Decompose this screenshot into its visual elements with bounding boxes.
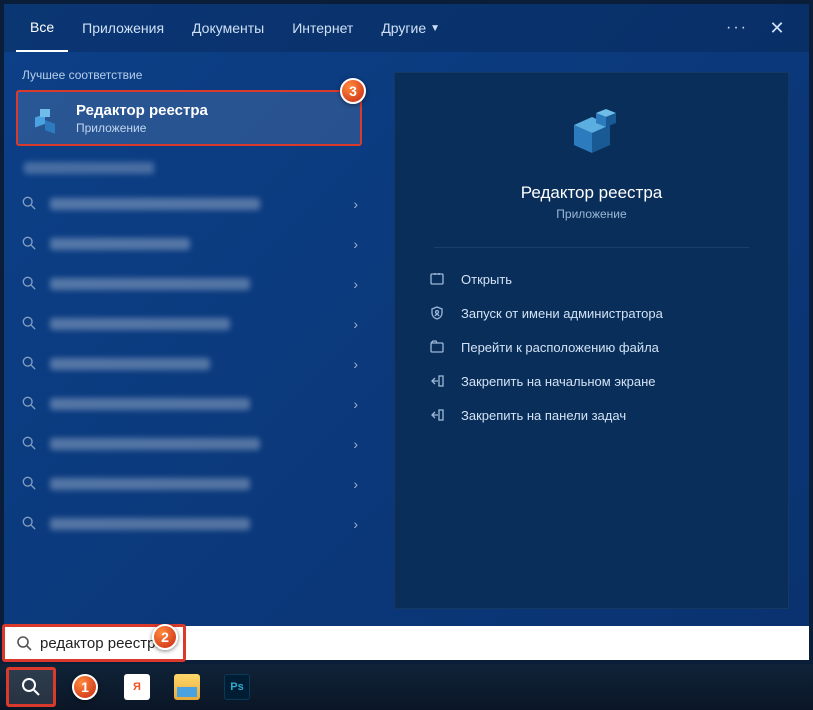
blurred-result[interactable]: ›	[22, 184, 364, 224]
close-button[interactable]: ✕	[757, 4, 797, 52]
search-icon	[22, 276, 38, 292]
search-icon	[22, 196, 38, 212]
yandex-icon: Я	[124, 674, 150, 700]
search-input-bar[interactable]	[4, 626, 809, 660]
annotation-3: 3	[340, 78, 366, 104]
chevron-right-icon: ›	[353, 276, 358, 292]
best-match-item[interactable]: Редактор реестра Приложение 3	[16, 90, 362, 146]
preview-subtitle: Приложение	[556, 207, 626, 221]
blurred-result[interactable]: ›	[22, 424, 364, 464]
search-icon	[22, 236, 38, 252]
action-label: Закрепить на панели задач	[461, 408, 626, 423]
chevron-down-icon: ▼	[430, 23, 440, 34]
tab-apps[interactable]: Приложения	[68, 4, 178, 52]
search-tabs: Все Приложения Документы Интернет Другие…	[4, 4, 809, 52]
web-results-blurred: › › › › › › › ›	[4, 150, 374, 629]
divider	[434, 247, 748, 248]
search-icon	[22, 436, 38, 452]
blurred-result[interactable]: ›	[22, 384, 364, 424]
action-label: Запуск от имени администратора	[461, 306, 663, 321]
search-icon	[22, 476, 38, 492]
section-best-match: Лучшее соответствие	[4, 62, 374, 90]
photoshop-icon: Ps	[224, 674, 250, 700]
regedit-icon	[30, 100, 66, 136]
search-icon	[22, 316, 38, 332]
chevron-right-icon: ›	[353, 316, 358, 332]
search-icon	[22, 356, 38, 372]
action-label: Перейти к расположению файла	[461, 340, 659, 355]
best-match-type: Приложение	[76, 121, 208, 135]
regedit-large-icon	[560, 103, 624, 167]
action-open[interactable]: Открыть	[419, 262, 764, 296]
preview-pane: Редактор реестра Приложение Открыть Запус…	[374, 52, 809, 629]
blurred-result[interactable]: ›	[22, 504, 364, 544]
tab-all[interactable]: Все	[16, 4, 68, 52]
action-location[interactable]: Перейти к расположению файла	[419, 330, 764, 364]
search-icon	[22, 516, 38, 532]
blurred-result[interactable]: ›	[22, 464, 364, 504]
preview-title: Редактор реестра	[521, 183, 662, 203]
blurred-result[interactable]: ›	[22, 264, 364, 304]
action-label: Закрепить на начальном экране	[461, 374, 656, 389]
more-options-button[interactable]: ···	[717, 4, 757, 52]
preview-actions: Открыть Запуск от имени администратора Пер…	[395, 262, 788, 432]
blurred-result[interactable]: ›	[22, 344, 364, 384]
action-label: Открыть	[461, 272, 512, 287]
best-match-name: Редактор реестра	[76, 102, 208, 119]
tab-documents[interactable]: Документы	[178, 4, 278, 52]
chevron-right-icon: ›	[353, 436, 358, 452]
action-pin-task[interactable]: Закрепить на панели задач	[419, 398, 764, 432]
blurred-result[interactable]: ›	[22, 224, 364, 264]
taskbar-explorer[interactable]	[162, 667, 212, 707]
annotation-1: 1	[72, 674, 98, 700]
search-icon	[22, 396, 38, 412]
admin-icon	[427, 305, 447, 321]
pin-task-icon	[427, 407, 447, 423]
results-list: Лучшее соответствие Редактор реестра При…	[4, 52, 374, 629]
pin-start-icon	[427, 373, 447, 389]
taskbar-search-button[interactable]	[6, 667, 56, 707]
explorer-icon	[174, 674, 200, 700]
chevron-right-icon: ›	[353, 476, 358, 492]
taskbar: 1 Я Ps	[0, 664, 813, 710]
tab-more-label: Другие	[381, 20, 426, 36]
tab-internet[interactable]: Интернет	[278, 4, 367, 52]
taskbar-yandex[interactable]: Я	[112, 667, 162, 707]
action-pin-start[interactable]: Закрепить на начальном экране	[419, 364, 764, 398]
chevron-right-icon: ›	[353, 356, 358, 372]
open-icon	[427, 271, 447, 287]
taskbar-photoshop[interactable]: Ps	[212, 667, 262, 707]
action-admin[interactable]: Запуск от имени администратора	[419, 296, 764, 330]
location-icon	[427, 339, 447, 355]
annotation-2: 2	[152, 624, 178, 650]
blurred-result[interactable]: ›	[22, 304, 364, 344]
chevron-right-icon: ›	[353, 516, 358, 532]
chevron-right-icon: ›	[353, 236, 358, 252]
chevron-right-icon: ›	[353, 396, 358, 412]
tab-more[interactable]: Другие ▼	[367, 4, 454, 52]
chevron-right-icon: ›	[353, 196, 358, 212]
search-icon	[16, 635, 32, 651]
windows-search-panel: Все Приложения Документы Интернет Другие…	[4, 4, 809, 629]
